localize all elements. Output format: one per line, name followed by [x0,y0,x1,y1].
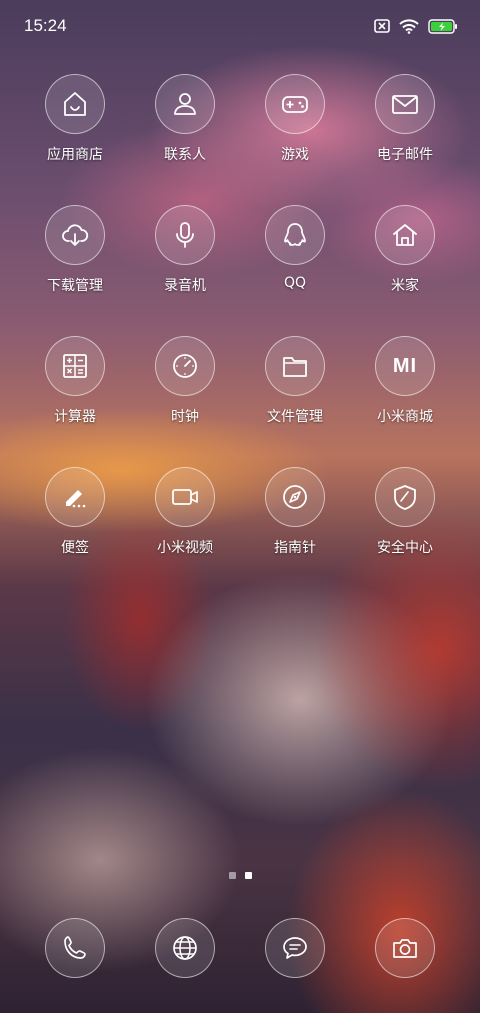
cloud-download-icon[interactable] [45,205,105,265]
video-camera-icon[interactable] [155,467,215,527]
clock-icon[interactable] [155,336,215,396]
calculator-icon[interactable] [45,336,105,396]
app-label: 米家 [391,278,419,294]
app-label: 时钟 [171,409,199,425]
app-compass[interactable]: 指南针 [240,467,350,598]
app-label: QQ [283,275,307,291]
app-calculator[interactable]: 计算器 [20,336,130,467]
app-label: 指南针 [274,540,316,556]
app-notes[interactable]: 便签 [20,467,130,598]
app-security-center[interactable]: 安全中心 [350,467,460,598]
battery-charging-icon [428,18,458,34]
app-file-manager[interactable]: 文件管理 [240,336,350,467]
camera-icon[interactable] [375,918,435,978]
person-icon[interactable] [155,74,215,134]
app-qq[interactable]: QQ [240,205,350,336]
status-bar: 15:24 [0,0,480,52]
app-clock[interactable]: 时钟 [130,336,240,467]
app-app-store[interactable]: 应用商店 [20,74,130,205]
page-dot[interactable] [228,872,236,879]
app-contacts[interactable]: 联系人 [130,74,240,205]
app-label: 便签 [61,540,89,556]
app-downloads[interactable]: 下载管理 [20,205,130,336]
wifi-icon [399,18,419,34]
home-icon[interactable] [375,205,435,265]
browser-globe-icon[interactable] [155,918,215,978]
dock [20,918,460,978]
app-label: 应用商店 [47,147,103,163]
app-label: 计算器 [54,409,96,425]
app-mijia[interactable]: 米家 [350,205,460,336]
sim-none-icon [374,19,390,33]
app-label: 小米商城 [377,409,433,425]
qq-penguin-icon[interactable] [265,205,325,265]
status-time: 15:24 [24,16,67,35]
mi-logo-icon[interactable]: MI [375,336,435,396]
dock-phone[interactable] [20,918,130,978]
gamepad-icon[interactable] [265,74,325,134]
app-label: 录音机 [164,278,206,294]
dock-messages[interactable] [240,918,350,978]
app-label: 电子邮件 [377,147,433,163]
pen-note-icon[interactable] [45,467,105,527]
envelope-icon[interactable] [375,74,435,134]
app-label: 安全中心 [377,540,433,556]
status-icons [374,18,458,34]
app-email[interactable]: 电子邮件 [350,74,460,205]
dock-camera[interactable] [350,918,460,978]
page-indicator [0,872,480,879]
app-mi-video[interactable]: 小米视频 [130,467,240,598]
app-mi-store[interactable]: MI 小米商城 [350,336,460,467]
mi-logo-text: MI [392,354,418,377]
store-house-icon[interactable] [45,74,105,134]
app-grid: 应用商店 联系人 游戏 电子邮件 下载管理 录音机 QQ 米家 计算器 时钟 文… [20,74,460,598]
app-label: 下载管理 [47,278,103,294]
app-games[interactable]: 游戏 [240,74,350,205]
folder-icon[interactable] [265,336,325,396]
compass-icon[interactable] [265,467,325,527]
app-label: 游戏 [281,147,309,163]
app-label: 小米视频 [157,540,213,556]
messages-icon[interactable] [265,918,325,978]
phone-icon[interactable] [45,918,105,978]
microphone-icon[interactable] [155,205,215,265]
shield-icon[interactable] [375,467,435,527]
dock-browser[interactable] [130,918,240,978]
app-label: 文件管理 [267,409,323,425]
page-dot-current[interactable] [244,872,252,879]
app-label: 联系人 [164,147,206,163]
app-recorder[interactable]: 录音机 [130,205,240,336]
